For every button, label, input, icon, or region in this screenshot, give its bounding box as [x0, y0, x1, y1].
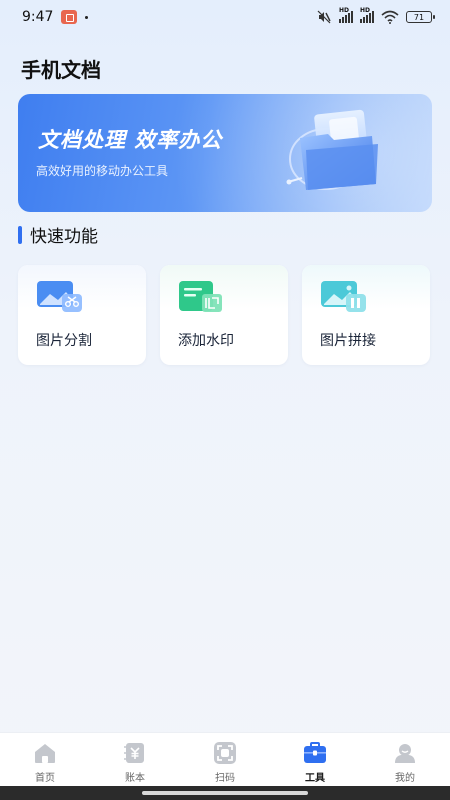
wifi-icon — [381, 10, 399, 24]
home-icon — [35, 744, 55, 763]
tab-label: 扫码 — [215, 773, 235, 784]
quick-functions-grid: 图片分割 添加水印 图片拼接 — [18, 265, 432, 365]
card-image-stitch[interactable]: 图片拼接 — [302, 265, 430, 365]
mute-icon — [317, 10, 331, 24]
signal-icon: HD — [339, 7, 353, 23]
banner-subtitle: 高效好用的移动办公工具 — [36, 164, 169, 178]
scan-icon — [214, 742, 236, 764]
watermark-icon — [179, 281, 222, 312]
card-image-split[interactable]: 图片分割 — [18, 265, 146, 365]
toolbox-icon — [304, 742, 326, 763]
folder-illustration-icon — [286, 109, 378, 190]
page-title: 手机文档 — [21, 58, 101, 82]
notification-app-icon — [61, 10, 78, 24]
card-label: 图片拼接 — [320, 333, 376, 349]
section-title: 快速功能 — [30, 227, 98, 247]
tab-tools[interactable]: 工具 — [270, 733, 360, 786]
card-label: 添加水印 — [178, 333, 234, 349]
bottom-tab-bar: 首页 账本 扫码 工具 我的 — [0, 732, 450, 786]
tab-profile[interactable]: 我的 — [360, 733, 450, 786]
signal-icon: HD — [360, 7, 374, 23]
tab-label: 首页 — [35, 773, 55, 784]
section-accent-bar — [18, 225, 22, 244]
tab-home[interactable]: 首页 — [0, 733, 90, 786]
more-notifications-dot — [85, 15, 89, 19]
tab-label: 工具 — [305, 773, 325, 784]
card-label: 图片分割 — [36, 333, 92, 349]
card-add-watermark[interactable]: 添加水印 — [160, 265, 288, 365]
image-stitch-icon — [321, 281, 366, 312]
promo-banner[interactable]: 文档处理 效率办公 高效好用的移动办公工具 — [18, 94, 432, 212]
status-bar: 9:47 HD HD 71 — [0, 0, 450, 34]
image-split-icon — [37, 281, 82, 312]
tab-label: 账本 — [125, 773, 145, 784]
battery-icon: 71 — [406, 11, 435, 23]
tab-scan[interactable]: 扫码 — [180, 733, 270, 786]
home-indicator[interactable] — [142, 791, 308, 795]
tab-label: 我的 — [395, 773, 415, 784]
tab-ledger[interactable]: 账本 — [90, 733, 180, 786]
quick-functions-header: 快速功能 — [18, 222, 98, 247]
ledger-icon — [124, 743, 144, 763]
status-time: 9:47 — [22, 9, 54, 25]
banner-title: 文档处理 效率办公 — [38, 128, 223, 152]
battery-level: 71 — [413, 12, 425, 22]
profile-icon — [395, 744, 415, 763]
